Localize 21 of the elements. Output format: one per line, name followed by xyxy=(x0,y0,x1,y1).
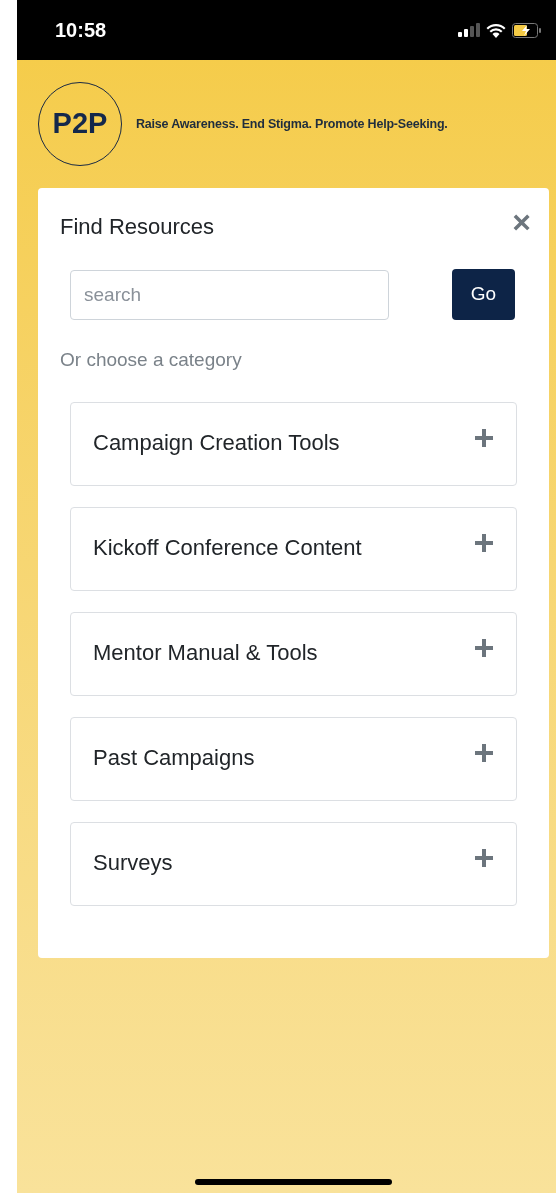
category-item[interactable]: Past Campaigns xyxy=(70,716,517,801)
logo-text: P2P xyxy=(52,106,108,142)
tagline: Raise Awareness. End Stigma. Promote Help-Seeking. xyxy=(136,115,448,133)
category-item[interactable]: Kickoff Conference Content xyxy=(70,506,517,591)
status-time: 10:58 xyxy=(55,18,107,43)
panel-title: Find Resources xyxy=(60,213,215,241)
signal-icon xyxy=(458,23,480,37)
category-prompt: Or choose a category xyxy=(60,348,243,372)
category-item[interactable]: Campaign Creation Tools xyxy=(70,401,517,486)
category-item[interactable]: Mentor Manual & Tools xyxy=(70,611,517,696)
plus-icon xyxy=(474,532,494,553)
plus-icon xyxy=(474,637,494,658)
category-item[interactable]: Surveys xyxy=(70,821,517,906)
search-field[interactable]: search xyxy=(70,269,389,320)
wifi-icon xyxy=(486,22,506,38)
plus-icon xyxy=(474,742,494,763)
plus-icon xyxy=(474,427,494,448)
close-button[interactable]: × xyxy=(512,210,531,234)
battery-icon xyxy=(512,22,542,38)
go-button[interactable]: Go xyxy=(452,269,515,320)
plus-icon xyxy=(474,847,494,868)
